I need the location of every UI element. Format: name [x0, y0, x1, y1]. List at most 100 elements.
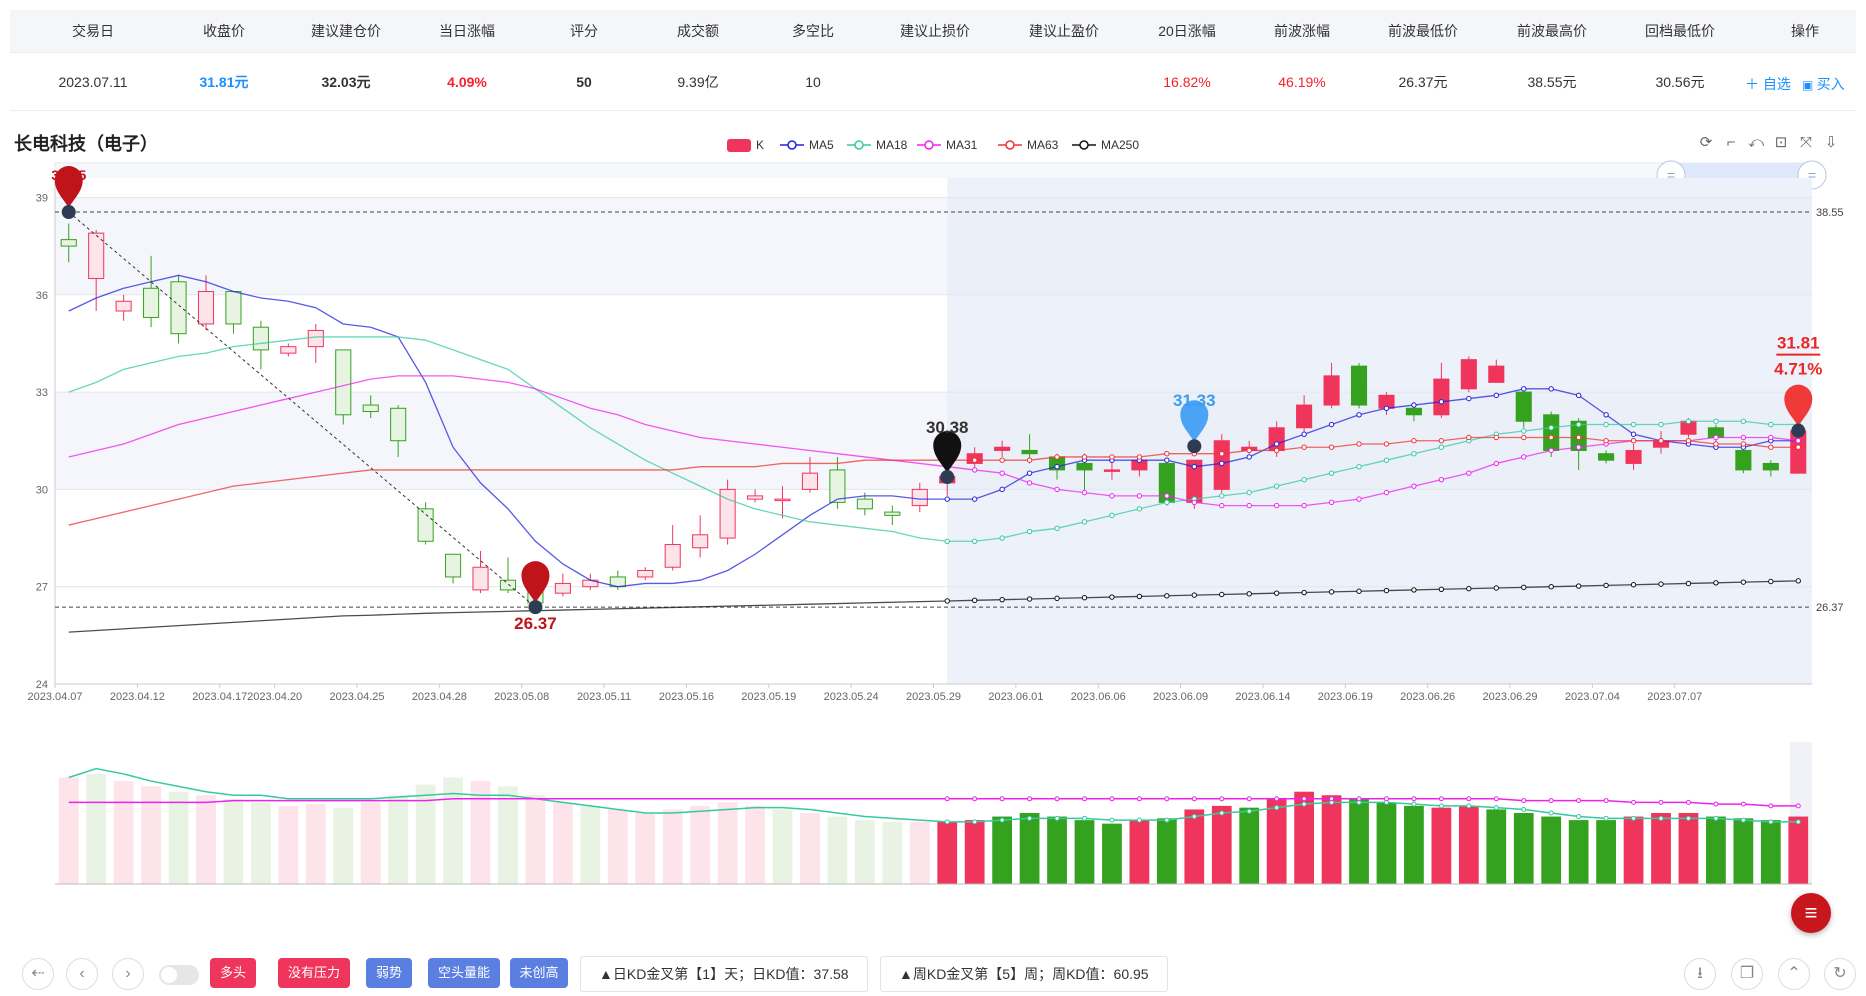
- row-cell: 32.03元: [321, 74, 371, 90]
- data-view-icon[interactable]: ⊡: [1772, 134, 1790, 152]
- tag-no-new-high[interactable]: 未创高: [510, 958, 568, 988]
- candle: [170, 275, 187, 344]
- point-ma250: [1383, 587, 1390, 594]
- candle: [1515, 388, 1532, 428]
- y-tick-label: 33: [36, 387, 48, 399]
- fullscreen-icon[interactable]: ⤧: [1797, 134, 1815, 152]
- ref-label: 26.37: [1816, 602, 1844, 614]
- volume-point: [944, 819, 950, 825]
- volume-point: [1658, 815, 1664, 821]
- candle: [609, 570, 626, 590]
- point-ma31: [1630, 438, 1637, 444]
- x-tick-label: 2023.06.14: [1235, 691, 1290, 703]
- volume-point: [1109, 796, 1115, 802]
- toggle-switch[interactable]: [159, 965, 199, 985]
- volume-point: [1411, 801, 1417, 807]
- point-ma250: [1246, 591, 1252, 597]
- volume-point: [999, 796, 1005, 802]
- volume-bar: [1102, 823, 1122, 884]
- slider-handle-icon: =: [1667, 167, 1675, 183]
- candle-body: [884, 511, 901, 516]
- candle: [197, 275, 215, 331]
- candle-body: [582, 579, 599, 588]
- volume-point: [1603, 815, 1609, 821]
- tag-short-volume[interactable]: 空头量能: [428, 958, 500, 988]
- next-button[interactable]: ›: [112, 958, 144, 990]
- candle-body: [692, 534, 709, 549]
- volume-bar: [1074, 820, 1095, 884]
- point-ma250: [1575, 583, 1582, 589]
- prev-button[interactable]: ‹: [66, 958, 98, 990]
- point-ma63: [1603, 438, 1609, 444]
- candle-body: [197, 291, 215, 325]
- point-ma31: [1081, 489, 1088, 496]
- volume-bar: [1047, 816, 1067, 884]
- candle: [143, 255, 160, 328]
- buy-button[interactable]: ▣ 买入: [1802, 74, 1845, 94]
- volume-point: [1274, 805, 1280, 811]
- download-icon[interactable]: ⭳: [1684, 958, 1716, 990]
- back-first-button[interactable]: ⇠: [22, 958, 54, 990]
- x-tick-label: 2023.06.01: [988, 691, 1043, 703]
- add-watchlist-button[interactable]: ＋ 自选: [1745, 74, 1791, 94]
- volume-point: [1274, 796, 1280, 802]
- copy-icon[interactable]: ❐: [1731, 958, 1763, 990]
- volume-point: [1493, 805, 1499, 811]
- candle: [582, 573, 599, 590]
- row-cell: 10: [805, 74, 821, 90]
- candle-body: [1405, 407, 1422, 416]
- candle: [1350, 362, 1368, 409]
- point-ma5: [1438, 399, 1445, 405]
- point-ma5: [1740, 444, 1747, 450]
- legend-label: MA63: [1027, 138, 1059, 152]
- point-ma63: [1164, 451, 1170, 457]
- tag-bull[interactable]: 多头: [210, 958, 256, 988]
- restore-icon[interactable]: ⟳: [1697, 134, 1715, 152]
- point-ma18: [1493, 431, 1499, 437]
- volume-point: [1329, 796, 1335, 802]
- volume-point: [1658, 799, 1664, 805]
- area-zoom-icon[interactable]: ⌐: [1722, 134, 1740, 152]
- tag-no-pressure[interactable]: 没有压力: [278, 958, 350, 988]
- scroll-top-icon[interactable]: ⌃: [1778, 958, 1810, 990]
- menu-button[interactable]: ≡: [1791, 893, 1831, 933]
- volume-bar: [58, 777, 79, 884]
- point-ma250: [1026, 596, 1033, 602]
- candle: [1543, 411, 1560, 457]
- candle-body: [1241, 446, 1258, 451]
- point-ma18: [1081, 519, 1088, 525]
- point-ma18: [1356, 463, 1362, 470]
- point-ma18: [1246, 489, 1252, 496]
- candle: [994, 440, 1011, 457]
- zoom-slider[interactable]: = =: [54, 160, 1827, 190]
- candle-body: [335, 349, 352, 416]
- volume-point: [1191, 814, 1197, 820]
- candle-body: [472, 566, 489, 591]
- point-ma18: [1603, 421, 1609, 428]
- header-cell: 前波最低价: [1388, 23, 1458, 39]
- point-ma63: [1795, 444, 1801, 450]
- x-tick-label: 2023.05.19: [741, 691, 796, 703]
- point-ma63: [1383, 441, 1390, 447]
- candle: [88, 229, 105, 311]
- annotation-pin: [1180, 400, 1209, 443]
- point-ma31: [1548, 447, 1554, 454]
- save-image-icon[interactable]: ⇩: [1822, 134, 1840, 152]
- candle-body: [225, 291, 242, 325]
- candle-body: [774, 498, 791, 502]
- point-ma5: [1164, 457, 1170, 463]
- annotation-label: 38.55: [51, 167, 86, 183]
- row-cell: 26.37元: [1398, 74, 1448, 90]
- point-ma18: [1740, 418, 1747, 424]
- point-ma18: [1219, 493, 1225, 499]
- tag-weak[interactable]: 弱势: [366, 958, 412, 988]
- candle: [1021, 434, 1038, 464]
- zoom-back-icon[interactable]: ⤺: [1747, 134, 1765, 152]
- point-ma5: [1191, 463, 1198, 470]
- volume-bar: [1733, 818, 1754, 884]
- point-ma5: [1383, 405, 1390, 411]
- refresh-icon[interactable]: ↻: [1824, 958, 1856, 990]
- line-ma63: [68, 436, 1799, 526]
- candle-body: [1515, 391, 1532, 422]
- point-ma250: [944, 598, 950, 604]
